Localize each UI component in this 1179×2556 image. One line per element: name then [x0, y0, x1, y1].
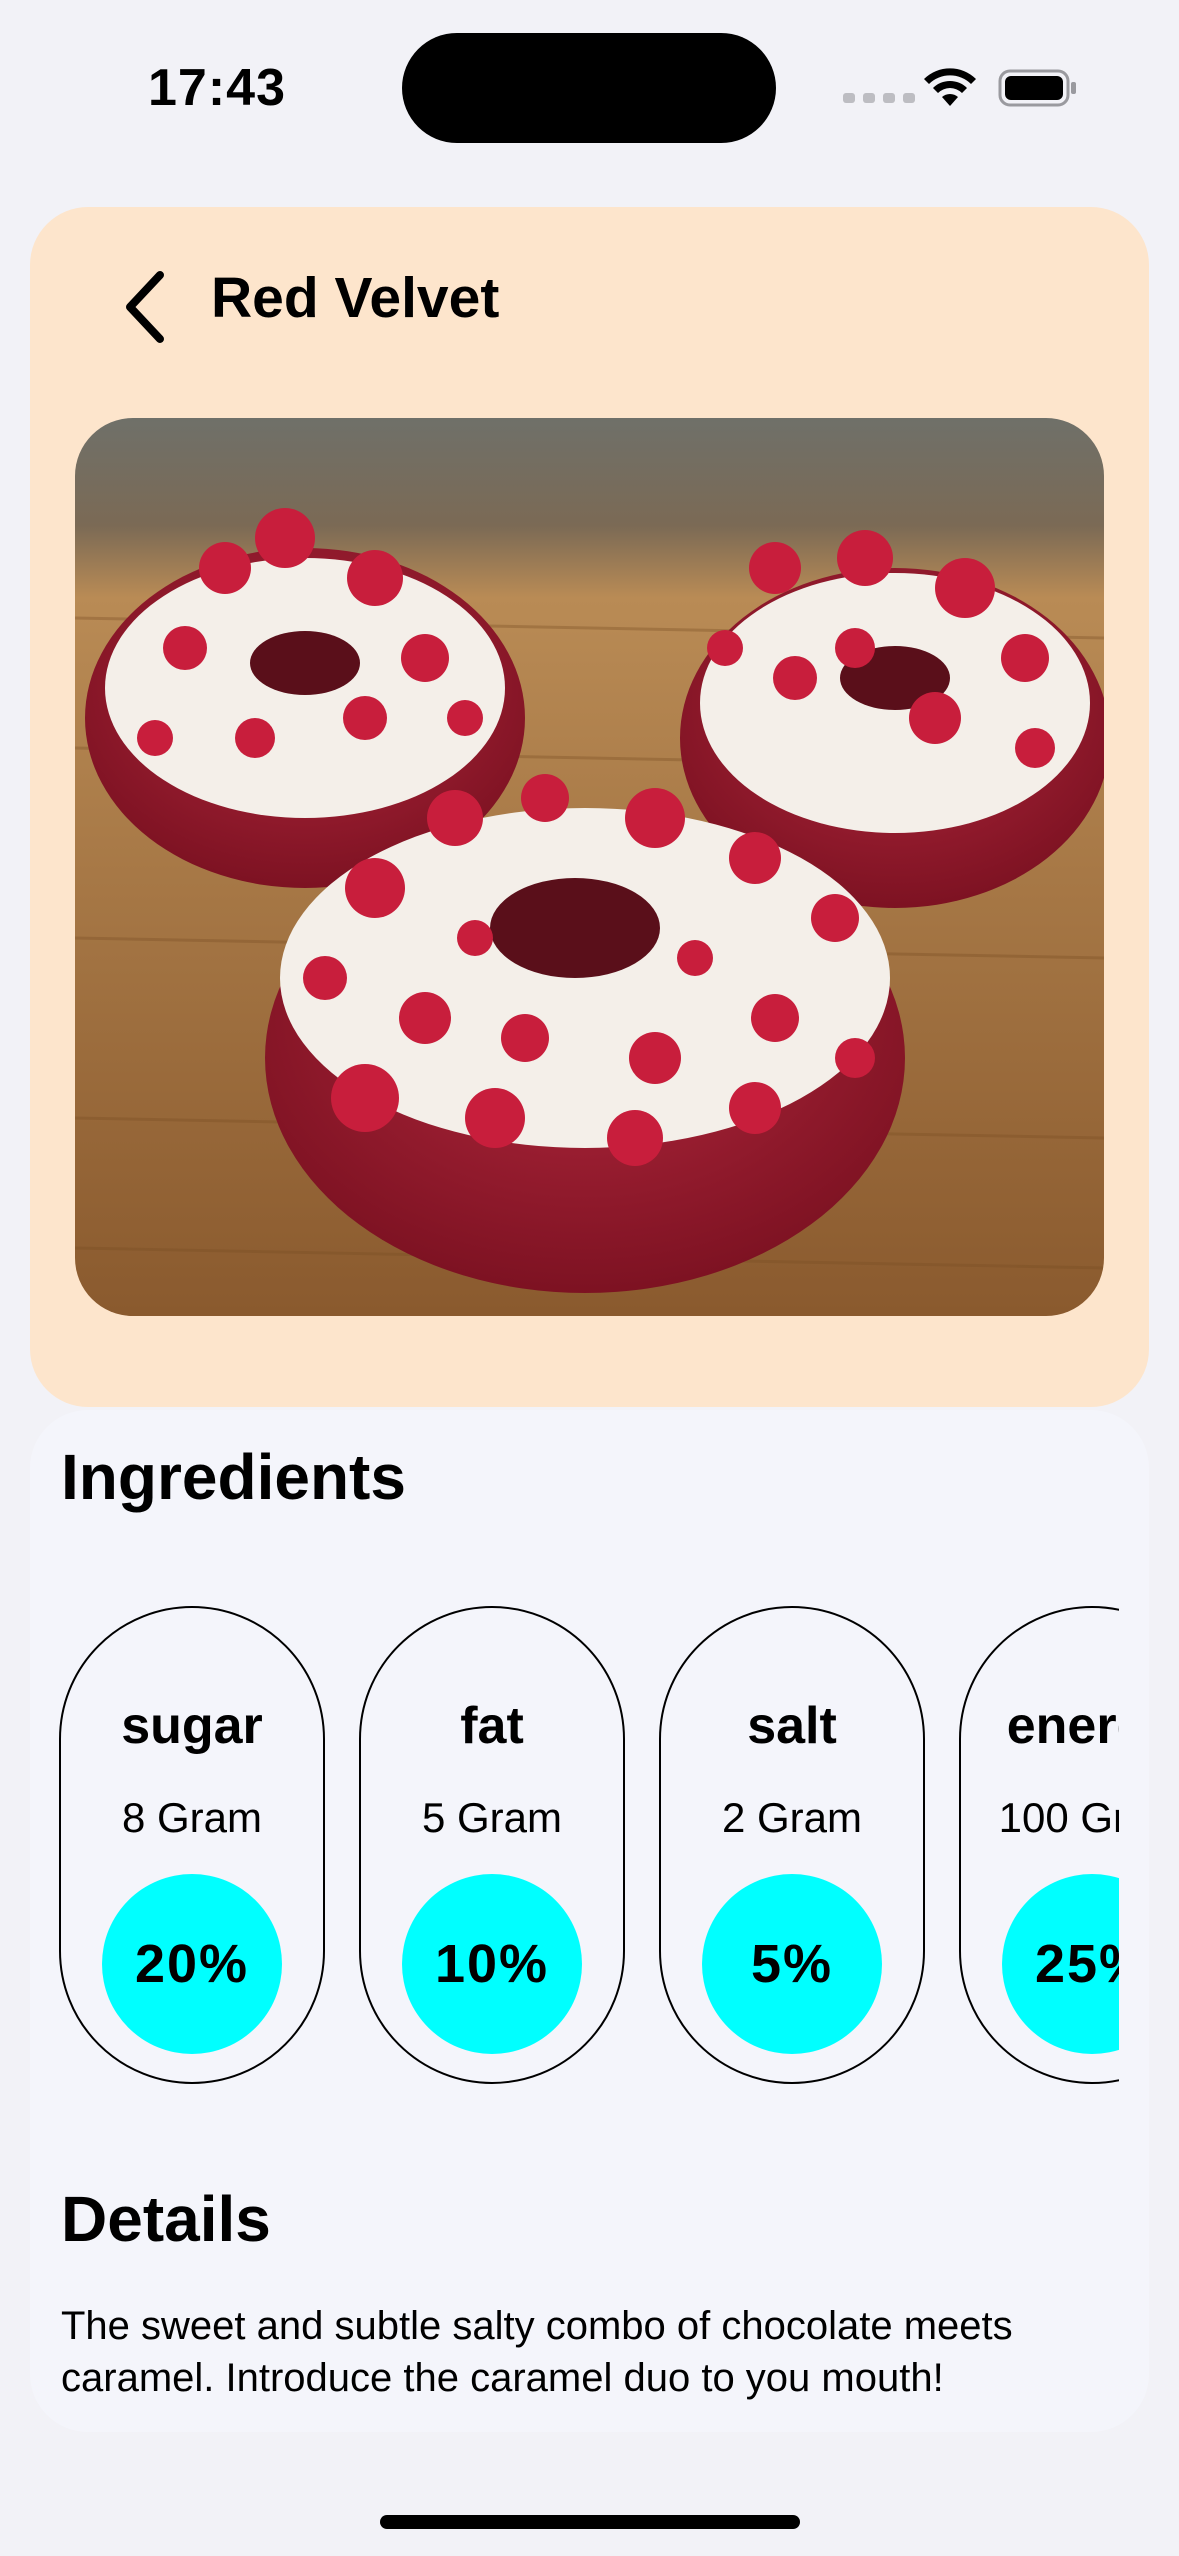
details-description: The sweet and subtle salty combo of choc…: [61, 2304, 1013, 2400]
dynamic-island: [402, 33, 776, 143]
ingredient-amount: 100 Gram: [998, 1794, 1119, 1841]
ingredient-percent-badge: 10%: [402, 1874, 582, 2054]
ingredient-card-fat[interactable]: fat 5 Gram 10%: [359, 1606, 625, 2084]
ingredient-name: energy: [1006, 1697, 1119, 1755]
ingredient-name: fat: [460, 1697, 524, 1755]
status-time: 17:43: [148, 59, 286, 117]
ingredient-amount: 2 Gram: [721, 1794, 863, 1841]
ingredient-name: salt: [747, 1697, 837, 1755]
battery-icon: [998, 69, 1076, 107]
content-card: Ingredients sugar 8 Gram 20% fat 5 Gram …: [30, 1410, 1149, 2432]
status-bar: 17:43: [0, 0, 1179, 170]
ingredient-percent-badge: 25%: [1002, 1874, 1119, 2054]
chevron-left-icon: [126, 271, 164, 343]
ingredient-card-energy[interactable]: energy 100 Gram 25%: [959, 1606, 1119, 2084]
wifi-icon: [924, 68, 976, 106]
ingredient-card-sugar[interactable]: sugar 8 Gram 20%: [59, 1606, 325, 2084]
ingredient-percent-badge: 20%: [102, 1874, 282, 2054]
home-indicator[interactable]: [380, 2515, 800, 2529]
ingredients-carousel[interactable]: sugar 8 Gram 20% fat 5 Gram 10% salt 2 G…: [59, 1606, 1119, 2094]
ingredient-name: sugar: [121, 1697, 263, 1755]
hero-image: [75, 418, 1104, 1316]
ingredients-heading: Ingredients: [61, 1441, 406, 1513]
page-title: Red Velvet: [211, 266, 500, 330]
cellular-signal-icon: [843, 93, 915, 103]
header-card: Red Velvet: [30, 207, 1149, 1407]
ingredient-percent-badge: 5%: [702, 1874, 882, 2054]
back-button[interactable]: [90, 257, 190, 357]
ingredient-amount: 8 Gram: [121, 1794, 263, 1841]
details-heading: Details: [61, 2183, 271, 2255]
ingredient-amount: 5 Gram: [421, 1794, 563, 1841]
ingredient-card-salt[interactable]: salt 2 Gram 5%: [659, 1606, 925, 2084]
